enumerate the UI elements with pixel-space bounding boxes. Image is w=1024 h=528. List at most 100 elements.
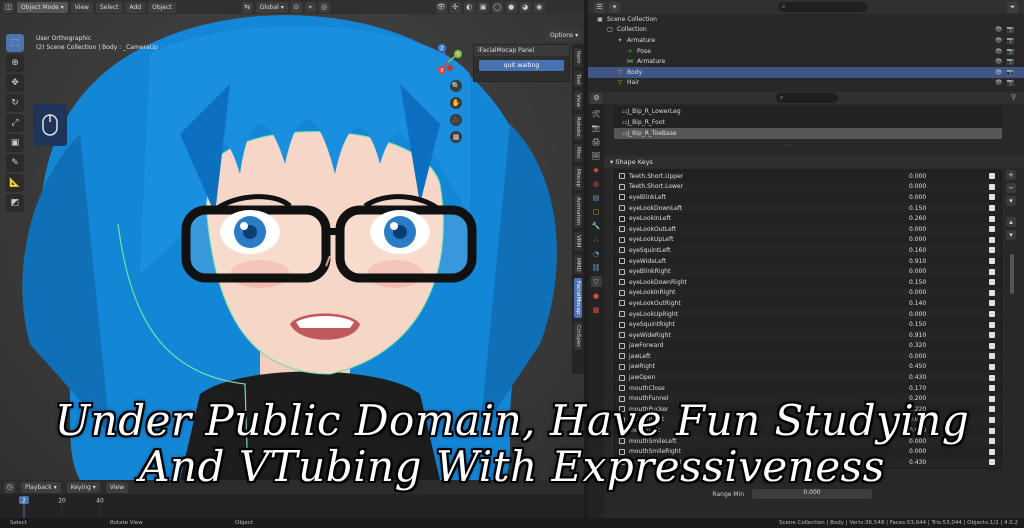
- xray-icon[interactable]: ▣: [477, 1, 489, 13]
- shape-key-mute-checkbox[interactable]: [989, 353, 995, 360]
- shape-key-mute-checkbox[interactable]: [989, 215, 995, 222]
- menu-object[interactable]: Object: [148, 1, 176, 13]
- shape-key-row[interactable]: eyeLookOutLeft 0.000: [615, 223, 1001, 235]
- shape-key-mute-checkbox[interactable]: [989, 332, 995, 339]
- shape-key-row[interactable]: eyeLookUpRight 0.000: [615, 308, 1001, 320]
- shape-key-value[interactable]: 0.430: [909, 374, 979, 381]
- navigation-gizmo[interactable]: Z Y X: [428, 38, 468, 78]
- shape-key-row[interactable]: eyeLookInRight 0.000: [615, 287, 1001, 299]
- shape-key-row[interactable]: eyeBlinkRight 0.000: [615, 266, 1001, 277]
- properties-search-input[interactable]: ⌕: [776, 93, 838, 103]
- shape-key-row[interactable]: jawOpen 0.430: [615, 372, 1001, 383]
- shape-key-value[interactable]: 0.140: [909, 300, 979, 307]
- outliner-editor[interactable]: ☰ ▾ ⌕ ⏷ ▣ Scene Collection ▢ Collection 👁 📷 ✦ A…: [588, 0, 1024, 92]
- outliner-row[interactable]: ▢ Collection 👁 📷: [588, 25, 1024, 36]
- data-tab-icon[interactable]: ▽: [590, 276, 602, 287]
- shape-key-row[interactable]: Teeth.Short.Upper 0.000: [615, 171, 1001, 182]
- camera-view-icon[interactable]: 🎥: [450, 114, 462, 126]
- shape-key-row[interactable]: jawLeft 0.000: [615, 351, 1001, 362]
- shape-key-row[interactable]: eyeLookDownLeft 0.150: [615, 202, 1001, 214]
- shading-rendered-icon[interactable]: ◉: [533, 1, 545, 13]
- outliner-row[interactable]: ▽ Body 👁 📷: [588, 66, 1024, 78]
- sidebar-tab-item[interactable]: Item: [574, 48, 582, 67]
- render-tab-icon[interactable]: 📷: [591, 122, 602, 133]
- shading-solid-icon[interactable]: ●: [505, 1, 517, 13]
- shape-key-row[interactable]: eyeLookOutRight 0.140: [615, 298, 1001, 309]
- bone-row[interactable]: ⚏ J_Bip_R_ToeBase: [614, 128, 1002, 139]
- transform-orientation-icon[interactable]: ⇆: [241, 1, 253, 13]
- shape-key-mute-checkbox[interactable]: [989, 226, 995, 233]
- shape-key-value[interactable]: 0.000: [909, 194, 979, 201]
- shape-keys-panel-header[interactable]: ▾ Shape Keys: [604, 156, 1024, 168]
- shape-key-value[interactable]: 0.450: [909, 363, 979, 370]
- eye-icon[interactable]: 👁: [995, 58, 1003, 65]
- shape-key-value[interactable]: 0.150: [909, 205, 979, 212]
- shape-key-mute-checkbox[interactable]: [989, 247, 995, 254]
- rotate-tool[interactable]: ↻: [6, 94, 24, 112]
- bone-row[interactable]: ⚏ J_Bip_R_LowerLeg: [614, 106, 1002, 117]
- shape-key-scrollbar[interactable]: [1010, 254, 1014, 294]
- outliner-row[interactable]: ▽ Hair 👁 📷: [588, 78, 1024, 89]
- camera-icon[interactable]: 📷: [1007, 37, 1014, 44]
- shape-key-mute-checkbox[interactable]: [989, 300, 995, 307]
- particles-tab-icon[interactable]: ∴: [591, 234, 602, 245]
- shape-key-mute-checkbox[interactable]: [989, 183, 995, 190]
- sidebar-tab-animation[interactable]: Animation: [574, 194, 582, 229]
- eye-icon[interactable]: 👁: [995, 37, 1003, 44]
- shape-key-row[interactable]: eyeWideRight 0.910: [615, 329, 1001, 341]
- shape-key-mute-checkbox[interactable]: [989, 342, 995, 349]
- camera-icon[interactable]: 📷: [1007, 26, 1014, 33]
- menu-add[interactable]: Add: [125, 1, 146, 13]
- shape-key-value[interactable]: 0.160: [909, 247, 979, 254]
- shape-key-value[interactable]: 0.170: [909, 385, 979, 392]
- shape-key-row[interactable]: eyeSquintRight 0.150: [615, 319, 1001, 330]
- shape-key-row[interactable]: Teeth.Short.Lower 0.000: [615, 181, 1001, 193]
- proportional-edit-icon[interactable]: ◎: [318, 1, 330, 13]
- shape-key-mute-checkbox[interactable]: [989, 173, 995, 180]
- pan-hand-icon[interactable]: ✋: [450, 97, 462, 109]
- shape-key-row[interactable]: eyeWideLeft 0.910: [615, 256, 1001, 267]
- shape-key-mute-checkbox[interactable]: [989, 205, 995, 212]
- tool-tab-icon[interactable]: 🛠: [591, 108, 602, 119]
- camera-icon[interactable]: 📷: [1007, 79, 1014, 86]
- shape-key-row[interactable]: mouthClose 0.170: [615, 383, 1001, 394]
- mode-select[interactable]: Object Mode ▾: [17, 1, 68, 13]
- sidebar-tab-cinspec[interactable]: CinSpec: [574, 321, 582, 350]
- visibility-icon[interactable]: 👁: [435, 1, 447, 13]
- shape-key-value[interactable]: 0.910: [909, 258, 979, 265]
- scene-tab-icon[interactable]: ◆: [591, 164, 602, 175]
- material-tab-icon[interactable]: ●: [591, 290, 602, 301]
- shape-key-mute-checkbox[interactable]: [989, 268, 995, 275]
- sidebar-tab-mocap[interactable]: Mocap: [574, 166, 582, 191]
- shape-key-mute-checkbox[interactable]: [989, 279, 995, 286]
- zoom-icon[interactable]: 🔍: [450, 80, 462, 92]
- camera-icon[interactable]: 📷: [1007, 48, 1014, 55]
- shape-key-row[interactable]: eyeLookInLeft 0.260: [615, 213, 1001, 224]
- shape-key-value[interactable]: 0.150: [909, 321, 979, 328]
- scale-tool[interactable]: ⤢: [6, 114, 24, 132]
- shape-key-value[interactable]: 0.910: [909, 332, 979, 339]
- shape-key-value[interactable]: 0.000: [909, 183, 979, 190]
- shape-key-value[interactable]: 0.000: [909, 311, 979, 318]
- sidebar-tab-facialmocap[interactable]: FacialMocap: [574, 278, 582, 318]
- sidebar-tab-mmd[interactable]: MMD: [574, 254, 582, 275]
- eye-icon[interactable]: 👁: [995, 48, 1003, 55]
- output-tab-icon[interactable]: 🖨: [591, 136, 602, 147]
- shape-key-mute-checkbox[interactable]: [989, 258, 995, 265]
- shape-key-row[interactable]: eyeLookUpLeft 0.000: [615, 235, 1001, 246]
- shape-key-mute-checkbox[interactable]: [989, 374, 995, 381]
- add-shape-key-button[interactable]: +: [1006, 170, 1016, 180]
- shape-key-row[interactable]: eyeLookDownRight 0.150: [615, 277, 1001, 288]
- camera-icon[interactable]: 📷: [1007, 58, 1014, 65]
- shape-key-mute-checkbox[interactable]: [989, 311, 995, 318]
- sidebar-tab-view[interactable]: View: [574, 91, 582, 111]
- add-cube-tool[interactable]: ◩: [6, 194, 24, 212]
- shape-key-value[interactable]: 0.260: [909, 215, 979, 222]
- gizmo-toggle-icon[interactable]: ✣: [449, 1, 461, 13]
- world-tab-icon[interactable]: ◍: [591, 178, 602, 189]
- shape-key-value[interactable]: 0.000: [909, 268, 979, 275]
- shape-key-value[interactable]: 0.000: [909, 173, 979, 180]
- eye-icon[interactable]: 👁: [995, 79, 1003, 86]
- annotate-tool[interactable]: ✎: [6, 154, 24, 172]
- sidebar-tab-tool[interactable]: Tool: [574, 70, 582, 88]
